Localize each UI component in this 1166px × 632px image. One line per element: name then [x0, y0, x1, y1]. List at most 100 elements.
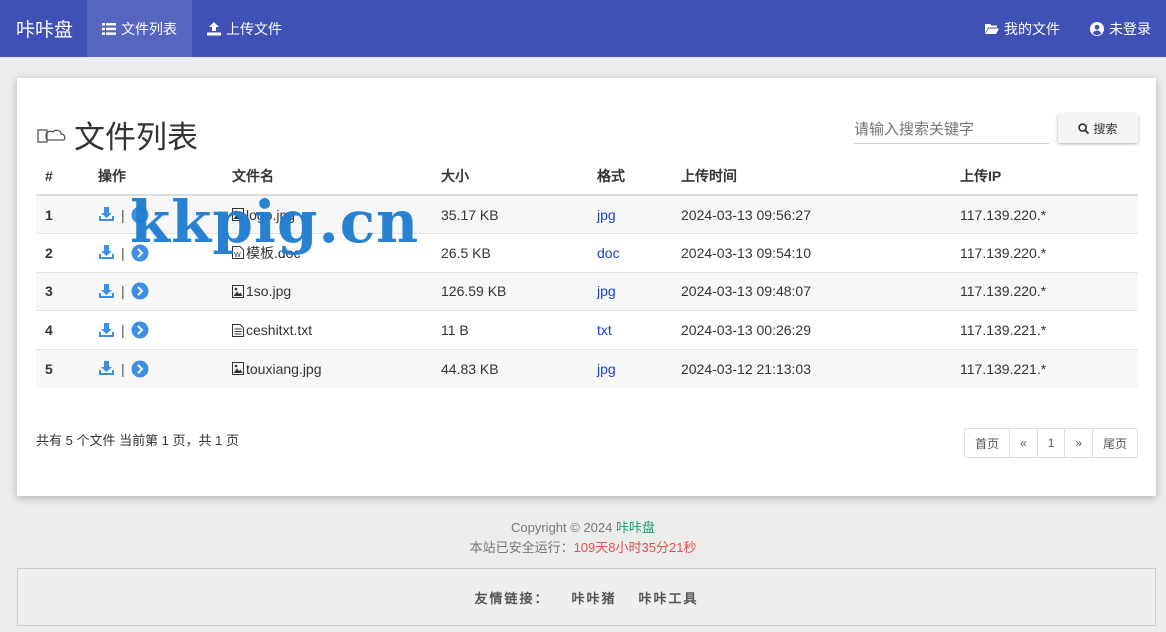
folder-open-icon: [985, 23, 999, 34]
row-size: 35.17 KB: [432, 194, 588, 234]
row-filename[interactable]: touxiang.jpg: [246, 361, 322, 377]
chevron-right-circle-icon[interactable]: [131, 360, 149, 378]
download-icon[interactable]: [98, 206, 115, 223]
nav-upload-label: 上传文件: [226, 20, 283, 37]
row-filename-cell: 1so.jpg: [223, 271, 432, 311]
col-upload-time: 上传时间: [672, 158, 951, 196]
col-size: 大小: [432, 158, 588, 196]
table-row: 2 | W 模板.doc 26.5 KB doc 2024-03-13 09:54:10 11…: [36, 233, 1138, 273]
footer: Copyright © 2024 咔咔盘 本站已安全运行：109天8小时35分2…: [0, 518, 1166, 558]
image-file-icon: [232, 284, 244, 298]
row-upload-ip: 117.139.220.*: [951, 194, 1138, 234]
row-upload-ip: 117.139.220.*: [951, 271, 1138, 311]
top-navbar: 咔咔盘 文件列表 上传文件 我的文件 未登录: [0, 0, 1166, 57]
col-format: 格式: [588, 158, 672, 196]
pager-first[interactable]: 首页: [965, 429, 1009, 457]
runtime-value: 109天8小时35分21秒: [573, 540, 697, 555]
nav-file-list-label: 文件列表: [121, 20, 178, 37]
action-separator: |: [121, 360, 125, 377]
file-table: # 操作 文件名 大小 格式 上传时间 上传IP 1 | logo.jpg 35.17…: [36, 158, 1138, 388]
row-upload-time: 2024-03-13 09:56:27: [672, 194, 951, 234]
row-filename-cell: logo.jpg: [223, 194, 432, 234]
nav-login[interactable]: 未登录: [1075, 0, 1166, 57]
col-index: #: [36, 158, 89, 196]
row-filename[interactable]: 模板.doc: [246, 243, 300, 263]
nav-file-list[interactable]: 文件列表: [87, 0, 193, 57]
row-index: 3: [36, 271, 89, 311]
row-filename[interactable]: 1so.jpg: [246, 283, 291, 299]
row-format: doc: [588, 233, 672, 273]
pager-last[interactable]: 尾页: [1092, 429, 1137, 457]
search-icon: [1078, 123, 1090, 134]
row-upload-time: 2024-03-13 09:54:10: [672, 233, 951, 273]
download-icon[interactable]: [98, 322, 115, 339]
row-upload-time: 2024-03-13 00:26:29: [672, 310, 951, 350]
image-file-icon: [232, 362, 244, 376]
runtime-label: 本站已安全运行：: [469, 540, 574, 555]
row-filename-cell: touxiang.jpg: [223, 348, 432, 388]
row-filename-cell: W 模板.doc: [223, 233, 432, 273]
table-header-row: # 操作 文件名 大小 格式 上传时间 上传IP: [36, 158, 1138, 196]
file-list-card: 文件列表 搜索 # 操作 文件名 大小 格式 上传时间 上传IP 1 | logo.…: [17, 78, 1156, 496]
brand-logo[interactable]: 咔咔盘: [0, 0, 87, 57]
image-file-icon: [232, 208, 244, 222]
text-file-icon: [232, 323, 244, 337]
chevron-right-circle-icon[interactable]: [131, 244, 149, 262]
row-format: txt: [588, 310, 672, 350]
row-size: 11 B: [432, 310, 588, 350]
download-icon[interactable]: [98, 283, 115, 300]
word-file-icon: W: [232, 246, 244, 260]
pager-page[interactable]: 1: [1036, 429, 1065, 457]
copyright-text: Copyright © 2024: [511, 520, 613, 535]
card-header: 文件列表: [36, 112, 198, 157]
download-icon[interactable]: [98, 244, 115, 261]
friend-link[interactable]: 咔咔工具: [639, 588, 699, 607]
search-button[interactable]: 搜索: [1058, 114, 1138, 143]
action-separator: |: [121, 322, 125, 339]
row-upload-ip: 117.139.221.*: [951, 348, 1138, 388]
row-format: jpg: [588, 271, 672, 311]
row-size: 44.83 KB: [432, 348, 588, 388]
row-upload-time: 2024-03-13 09:48:07: [672, 271, 951, 311]
chevron-right-circle-icon[interactable]: [131, 206, 149, 224]
nav-my-files[interactable]: 我的文件: [970, 0, 1075, 57]
search-input[interactable]: [854, 112, 1049, 144]
cloud-files-icon: [37, 128, 66, 143]
row-upload-ip: 117.139.220.*: [951, 233, 1138, 273]
row-filename-cell: ceshitxt.txt: [223, 310, 432, 350]
table-row: 5 | touxiang.jpg 44.83 KB jpg 2024-03-12 21:1…: [36, 348, 1138, 388]
file-summary: 共有 5 个文件 当前第 1 页，共 1 页: [36, 433, 239, 448]
list-icon: [102, 22, 117, 35]
row-actions: |: [89, 310, 223, 350]
action-separator: |: [121, 244, 125, 261]
action-separator: |: [121, 206, 125, 223]
footer-site-link[interactable]: 咔咔盘: [616, 520, 655, 535]
upload-icon: [207, 21, 222, 35]
pager-prev[interactable]: «: [1009, 429, 1037, 457]
nav-my-files-label: 我的文件: [1004, 20, 1060, 37]
chevron-right-circle-icon[interactable]: [131, 321, 149, 339]
chevron-right-circle-icon[interactable]: [131, 282, 149, 300]
table-row: 4 | ceshitxt.txt 11 Btxt 2024-03-13 00:26:29…: [36, 310, 1138, 350]
svg-text:W: W: [234, 251, 241, 259]
row-index: 2: [36, 233, 89, 273]
user-circle-icon: [1090, 21, 1104, 36]
row-format: jpg: [588, 194, 672, 234]
copyright-line: Copyright © 2024 咔咔盘: [0, 518, 1166, 538]
row-actions: |: [89, 194, 223, 234]
row-filename[interactable]: logo.jpg: [246, 207, 295, 223]
pager-next[interactable]: »: [1064, 429, 1092, 457]
row-format: jpg: [588, 348, 672, 388]
row-size: 26.5 KB: [432, 233, 588, 273]
download-icon[interactable]: [98, 360, 115, 377]
runtime-line: 本站已安全运行：109天8小时35分21秒: [0, 538, 1166, 558]
friend-link[interactable]: 咔咔猪: [571, 588, 616, 607]
row-index: 1: [36, 194, 89, 234]
page-title: 文件列表: [74, 120, 198, 155]
row-size: 126.59 KB: [432, 271, 588, 311]
nav-login-label: 未登录: [1109, 20, 1151, 37]
row-filename[interactable]: ceshitxt.txt: [246, 322, 312, 338]
friend-links: 友情链接： 咔咔猪 咔咔工具: [17, 568, 1156, 626]
row-index: 4: [36, 310, 89, 350]
nav-upload[interactable]: 上传文件: [192, 0, 297, 57]
